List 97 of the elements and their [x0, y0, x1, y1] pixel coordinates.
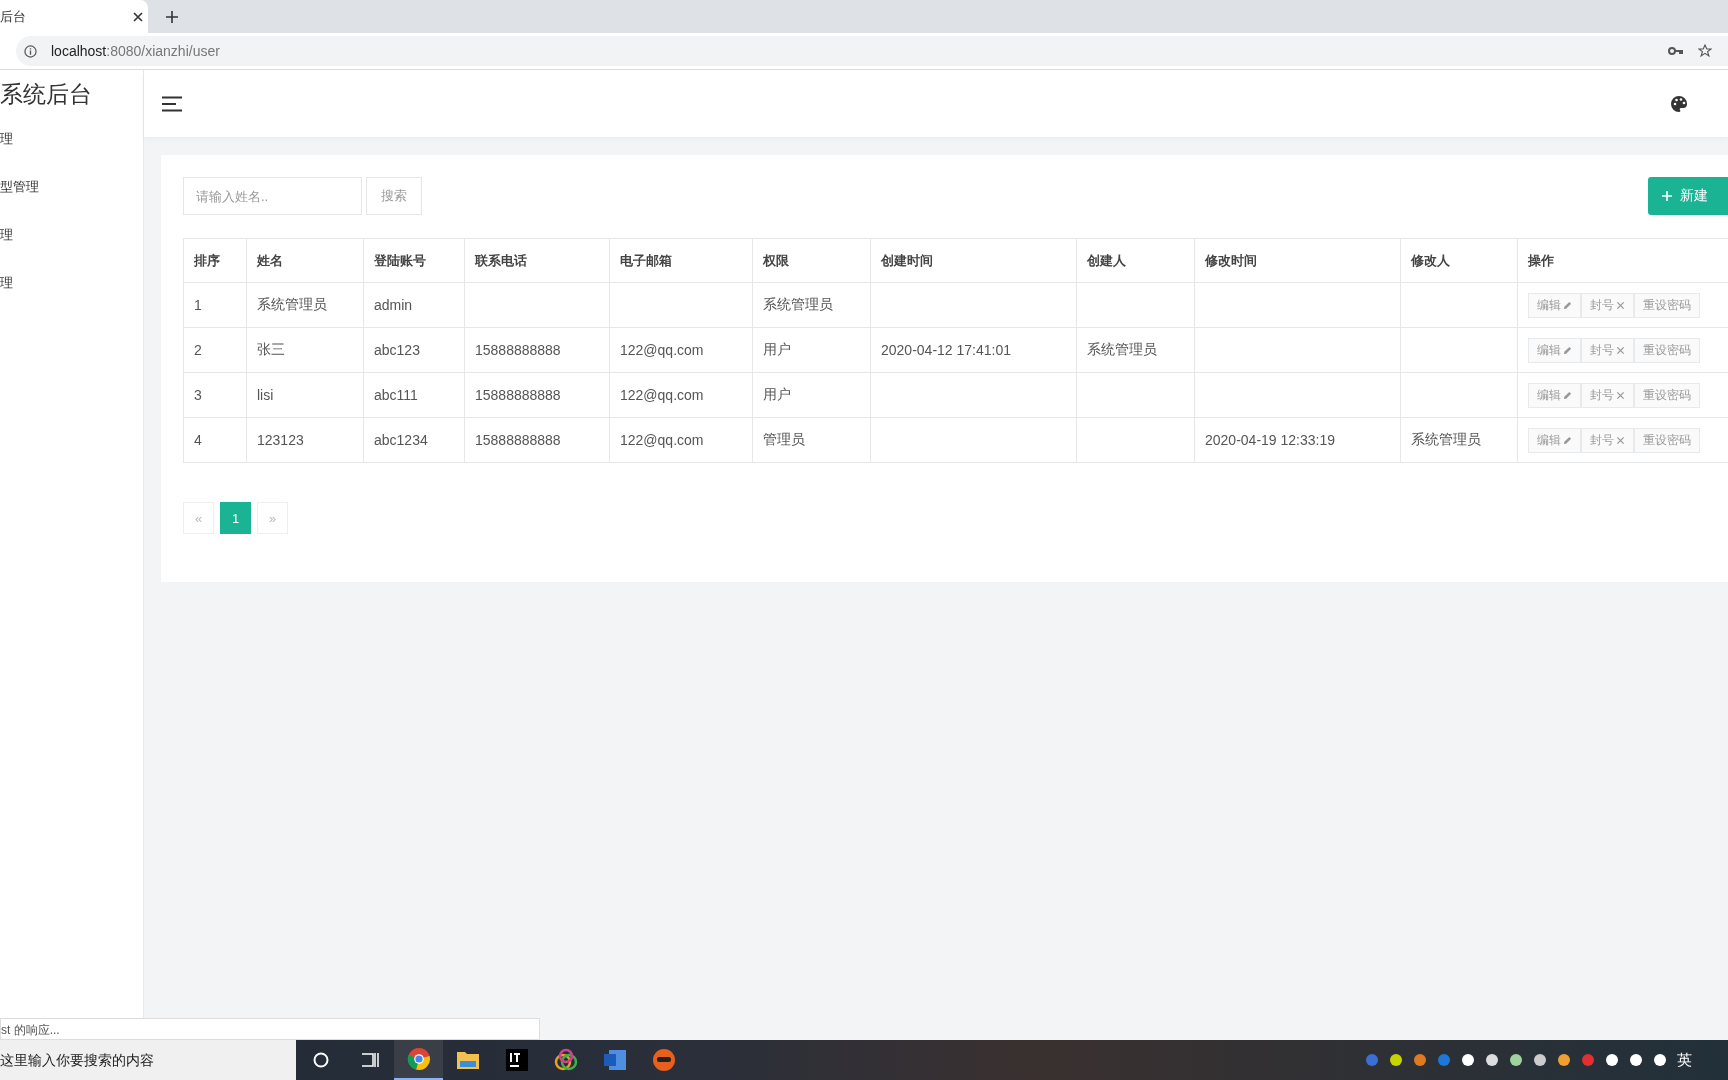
- column-header: 权限: [752, 238, 871, 283]
- table-cell: 系统管理员: [257, 296, 327, 312]
- page-button[interactable]: 1: [220, 502, 251, 534]
- sidebar-item[interactable]: 理: [0, 268, 143, 316]
- pencil-icon: [1563, 390, 1572, 400]
- edit-button[interactable]: 编辑: [1528, 292, 1581, 318]
- table-cell: admin: [374, 297, 413, 313]
- table-cell: 122@qq.com: [620, 387, 704, 403]
- table-cell: 系统管理员: [763, 296, 833, 312]
- input-method-indicator[interactable]: 英: [1677, 1050, 1692, 1070]
- new-tab-icon[interactable]: [166, 11, 178, 23]
- table-cell: 123123: [257, 432, 304, 448]
- star-icon[interactable]: [1698, 44, 1712, 58]
- edit-button[interactable]: 编辑: [1528, 337, 1581, 363]
- browser-tab[interactable]: 后台: [0, 0, 148, 33]
- column-header: 登陆账号: [363, 238, 465, 283]
- info-icon[interactable]: [24, 44, 37, 58]
- close-icon: [1616, 300, 1625, 310]
- table-cell: 2020-04-12 17:41:01: [881, 342, 1011, 358]
- search-circle-icon[interactable]: [312, 1052, 329, 1068]
- table-cell: 系统管理员: [1411, 431, 1481, 447]
- browser-icon[interactable]: [406, 1047, 431, 1071]
- table-cell: 管理员: [763, 431, 805, 447]
- column-header: 姓名: [246, 238, 364, 283]
- ban-button[interactable]: 封号: [1581, 382, 1634, 408]
- table-cell: 3: [194, 387, 202, 403]
- sidebar-item[interactable]: 理: [0, 124, 143, 172]
- spiral-app-icon[interactable]: [553, 1048, 578, 1072]
- close-icon: [1616, 345, 1625, 355]
- previous-page-button[interactable]: «: [183, 502, 214, 534]
- tray-icon[interactable]: [1389, 1053, 1403, 1067]
- document-app-icon[interactable]: [602, 1049, 627, 1071]
- tray-icon[interactable]: [1653, 1053, 1667, 1067]
- table-cell: 用户: [763, 341, 791, 357]
- pencil-icon: [1563, 300, 1572, 310]
- tray-icon[interactable]: [1461, 1053, 1475, 1067]
- tray-icon[interactable]: [1557, 1053, 1571, 1067]
- column-header: 排序: [183, 238, 247, 283]
- table-cell: 张三: [257, 341, 285, 357]
- column-header: 创建时间: [870, 238, 1077, 283]
- pencil-icon: [1563, 435, 1572, 445]
- folder-icon[interactable]: [455, 1050, 480, 1070]
- column-header: 修改人: [1400, 238, 1518, 283]
- close-icon: [1616, 390, 1625, 400]
- app-title: 系统后台: [0, 80, 93, 109]
- table-cell: 1: [194, 297, 202, 313]
- menu-icon[interactable]: [162, 95, 182, 112]
- close-icon[interactable]: [133, 11, 143, 22]
- reset-password-button[interactable]: 重设密码: [1634, 382, 1700, 408]
- column-header: 联系电话: [464, 238, 610, 283]
- edit-button[interactable]: 编辑: [1528, 382, 1581, 408]
- close-icon: [1616, 435, 1625, 445]
- table-cell: 2: [194, 342, 202, 358]
- table-cell: lisi: [257, 387, 274, 403]
- table-cell: abc123: [374, 342, 420, 358]
- table-cell: 2020-04-19 12:33:19: [1205, 432, 1335, 448]
- table-cell: 系统管理员: [1087, 341, 1157, 357]
- reset-password-button[interactable]: 重设密码: [1634, 292, 1700, 318]
- address-bar[interactable]: localhost:8080/xianzhi/user: [16, 36, 1728, 66]
- table-cell: abc1234: [374, 432, 428, 448]
- column-header: 电子邮箱: [609, 238, 753, 283]
- table-cell: abc111: [374, 387, 418, 403]
- table-cell: 122@qq.com: [620, 342, 704, 358]
- reset-password-button[interactable]: 重设密码: [1634, 427, 1700, 453]
- ban-button[interactable]: 封号: [1581, 337, 1634, 363]
- table-cell: 15888888888: [475, 432, 561, 448]
- tray-icon[interactable]: [1485, 1053, 1499, 1067]
- sidebar-item[interactable]: 理: [0, 220, 143, 268]
- tray-icon[interactable]: [1629, 1053, 1643, 1067]
- ban-button[interactable]: 封号: [1581, 427, 1634, 453]
- table-cell: 122@qq.com: [620, 432, 704, 448]
- key-icon[interactable]: [1668, 46, 1684, 56]
- table-cell: 15888888888: [475, 342, 561, 358]
- plus-icon: [1662, 191, 1672, 201]
- reset-password-button[interactable]: 重设密码: [1634, 337, 1700, 363]
- table-cell: 用户: [763, 386, 791, 402]
- ban-button[interactable]: 封号: [1581, 292, 1634, 318]
- new-button[interactable]: 新建: [1648, 177, 1728, 215]
- column-header: 操作: [1517, 238, 1728, 283]
- table-cell: 4: [194, 432, 202, 448]
- sidebar-item[interactable]: 型管理: [0, 172, 143, 220]
- search-button[interactable]: 搜索: [366, 177, 422, 215]
- tray-icon[interactable]: [1509, 1053, 1523, 1067]
- pencil-icon: [1563, 345, 1572, 355]
- table-cell: 15888888888: [475, 387, 561, 403]
- task-view-icon[interactable]: [360, 1052, 379, 1068]
- edit-button[interactable]: 编辑: [1528, 427, 1581, 453]
- taskbar-search-field[interactable]: 这里输入你要搜索的内容: [0, 1040, 296, 1080]
- status-bubble: st 的响应...: [0, 1018, 540, 1040]
- search-field[interactable]: 请输入姓名..: [183, 177, 362, 215]
- tray-icon[interactable]: [1605, 1053, 1619, 1067]
- next-page-button[interactable]: »: [257, 502, 288, 534]
- column-header: 创建人: [1076, 238, 1195, 283]
- ide-icon[interactable]: [505, 1049, 528, 1071]
- tray-icon[interactable]: [1533, 1053, 1547, 1067]
- palette-icon[interactable]: [1670, 94, 1688, 113]
- column-header: 修改时间: [1194, 238, 1401, 283]
